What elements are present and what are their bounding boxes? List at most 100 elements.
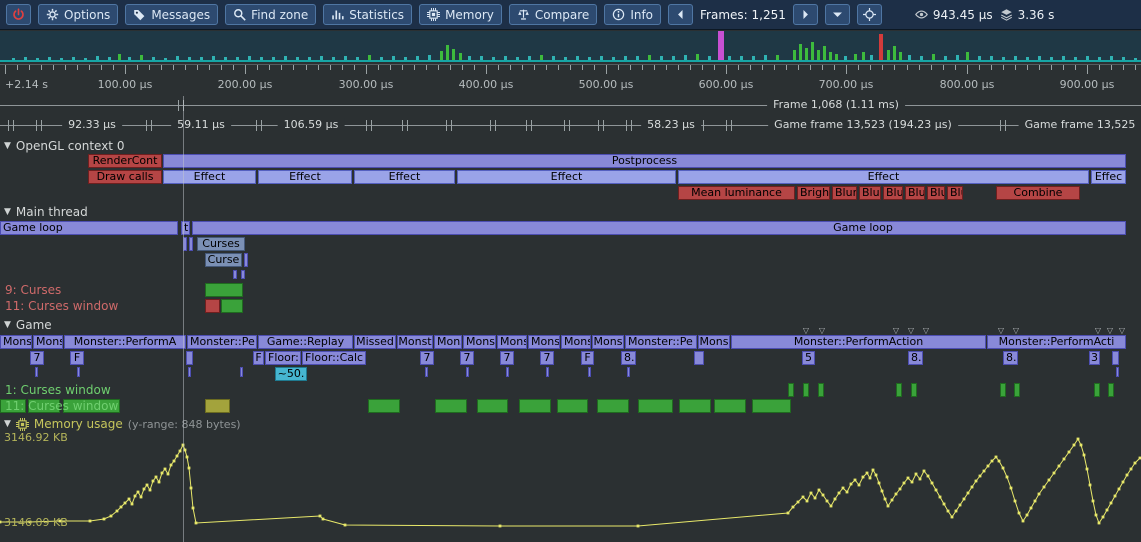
zone-monst[interactable]: Monst [463, 335, 496, 349]
zone-bar[interactable] [77, 367, 80, 377]
frame-label[interactable]: Game frame 13,523 (194.23 μs) [768, 118, 958, 131]
frame-histogram-bar[interactable] [380, 57, 383, 60]
frame-histogram-bar[interactable] [1002, 57, 1005, 60]
zone-f[interactable]: F [253, 351, 264, 365]
frame-histogram-bar[interactable] [870, 55, 873, 60]
zone-blur[interactable]: Blur [883, 186, 903, 200]
frame-histogram-bar[interactable] [236, 57, 239, 60]
frame-histogram-bar[interactable] [118, 54, 121, 60]
zone-bar[interactable] [896, 383, 902, 397]
frame-histogram-bar[interactable] [404, 57, 407, 60]
frame-histogram-bar[interactable] [1026, 57, 1029, 60]
zone-monst[interactable]: Monst [434, 335, 462, 349]
zone-combine[interactable]: Combine [996, 186, 1080, 200]
frame-histogram-bar[interactable] [612, 57, 615, 60]
zone-blur[interactable]: Blur [859, 186, 881, 200]
frame-histogram-bar[interactable] [708, 56, 711, 60]
zone-monste[interactable]: Monste [528, 335, 560, 349]
frame-histogram-bar[interactable] [492, 57, 495, 60]
frame-histogram-bar[interactable] [152, 57, 155, 60]
zone-bar[interactable] [1000, 383, 1006, 397]
frame-label[interactable]: 58.23 μs [641, 118, 701, 131]
frame-histogram-bar[interactable] [176, 56, 179, 60]
frame-label[interactable]: 59.11 μs [171, 118, 231, 131]
frame-histogram-bar[interactable] [140, 55, 143, 60]
zone-monster-performa[interactable]: Monster::PerformA [64, 335, 186, 349]
frame-histogram-bar[interactable] [528, 56, 531, 60]
zone-bar[interactable] [679, 399, 711, 413]
zone-bar[interactable] [189, 237, 193, 251]
zone-f[interactable]: F [70, 351, 84, 365]
frame-histogram-bar[interactable] [516, 57, 519, 60]
frame-histogram-bar[interactable] [793, 50, 796, 60]
memory-usage-plot[interactable] [0, 434, 1141, 540]
zone-floor[interactable]: Floor: [265, 351, 301, 365]
zone-bar[interactable] [186, 351, 193, 365]
frame-histogram-bar[interactable] [854, 54, 857, 60]
zone-blur[interactable]: Blur [905, 186, 925, 200]
zone-bar[interactable] [1116, 367, 1119, 377]
frame-histogram-bar[interactable] [308, 57, 311, 60]
frame-histogram-bar[interactable] [887, 50, 890, 60]
toolbar-button-memory[interactable]: Memory [419, 4, 502, 25]
zone-effect[interactable]: Effect [354, 170, 455, 184]
zone-8[interactable]: 8. [1003, 351, 1018, 365]
frame-histogram-bar[interactable] [248, 56, 251, 60]
frame-histogram-bar[interactable] [990, 56, 993, 60]
zone-floor-calc[interactable]: Floor::Calc [302, 351, 366, 365]
frame-histogram-bar[interactable] [1134, 58, 1137, 60]
frame-histogram-bar[interactable] [200, 57, 203, 60]
frame-histogram-bar[interactable] [440, 51, 443, 60]
zone-effect[interactable]: Effect [258, 170, 352, 184]
zone-game-loop[interactable]: Game loop [192, 221, 1126, 235]
frame-histogram-bar[interactable] [696, 54, 699, 60]
frame-histogram-bar[interactable] [862, 52, 865, 60]
zone-7[interactable]: 7 [460, 351, 474, 365]
zone-bar[interactable] [477, 399, 508, 413]
frame-label[interactable]: Game frame 13,525 [1019, 118, 1141, 131]
frame-histogram-bar[interactable] [844, 56, 847, 60]
frame-histogram-bar[interactable] [108, 57, 111, 60]
toolbar-button-messages[interactable]: Messages [125, 4, 218, 25]
frame-set-dropdown-button[interactable] [825, 4, 850, 25]
zone-mons[interactable]: Mons [592, 335, 624, 349]
frame-histogram-bar[interactable] [24, 57, 27, 60]
frame-histogram-bar[interactable] [368, 55, 371, 60]
collapsed-zone-marker-icon[interactable]: ▽ [1013, 326, 1019, 335]
frame-histogram-bar[interactable] [823, 46, 826, 60]
zone-monster-performaction[interactable]: Monster::PerformAction [731, 335, 986, 349]
zone-mean-luminance[interactable]: Mean luminance [678, 186, 795, 200]
frame-histogram-bar[interactable] [212, 56, 215, 60]
zone-bar[interactable] [435, 399, 467, 413]
zone-blur[interactable]: Blur [832, 186, 857, 200]
frame-histogram-bar[interactable] [1098, 57, 1101, 60]
zone-bar[interactable] [368, 399, 400, 413]
frame-histogram-bar[interactable] [811, 42, 814, 60]
frame-histogram-bar[interactable] [480, 56, 483, 60]
frame-histogram-bar[interactable] [72, 57, 75, 60]
zone-bar[interactable] [425, 367, 428, 377]
zone-monste[interactable]: Monste [561, 335, 591, 349]
zone-bar[interactable] [1112, 351, 1119, 365]
zone-5[interactable]: 5 [802, 351, 815, 365]
frame-histogram-bar[interactable] [272, 57, 275, 60]
frame-histogram-bar[interactable] [728, 56, 731, 60]
zone-bar[interactable] [506, 367, 509, 377]
zone-effect[interactable]: Effect [457, 170, 676, 184]
frame-overview-histogram[interactable] [0, 31, 1141, 62]
zone-bar[interactable] [466, 367, 469, 377]
frame-histogram-bar[interactable] [540, 55, 543, 60]
collapsed-zone-marker-icon[interactable]: ▽ [893, 326, 899, 335]
frame-histogram-bar[interactable] [624, 56, 627, 60]
zone-bar[interactable] [557, 399, 588, 413]
zone-curse[interactable]: Curse [205, 253, 242, 267]
frame-histogram-bar[interactable] [899, 52, 902, 60]
zone-bar[interactable] [911, 383, 917, 397]
zone-bar[interactable] [752, 399, 791, 413]
frame-histogram-bar[interactable] [829, 52, 832, 60]
collapsed-zone-marker-icon[interactable]: ▽ [803, 326, 809, 335]
zone-monst[interactable]: Monst [397, 335, 433, 349]
frame-histogram-bar[interactable] [128, 57, 131, 60]
frame-histogram-bar[interactable] [164, 58, 167, 60]
frame-histogram-bar[interactable] [648, 55, 651, 60]
